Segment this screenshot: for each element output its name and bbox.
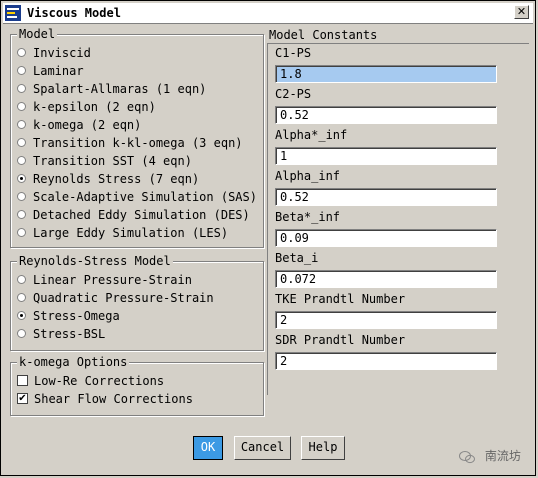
radio-option-inviscid[interactable]: Inviscid: [17, 45, 91, 61]
constant-label-c1-ps: C1-PS: [275, 46, 312, 60]
radio-option-transition-sst-4-eqn[interactable]: Transition SST (4 eqn): [17, 153, 192, 169]
radio-button-icon[interactable]: [17, 84, 26, 93]
constant-label-sdr-prandtl-number: SDR Prandtl Number: [275, 333, 406, 347]
checkbox-checked-icon[interactable]: ✔: [17, 393, 28, 404]
radio-button-icon[interactable]: [17, 192, 26, 201]
radio-option-label: Spalart-Allmaras (1 eqn): [33, 82, 207, 96]
viscous-model-dialog: Viscous Model ✕ Model Inviscid Laminar Spa…: [0, 0, 536, 476]
radio-option-reynolds-stress-7-eqn[interactable]: Reynolds Stress (7 eqn): [17, 171, 199, 187]
model-constants-header: Model Constants: [269, 28, 378, 42]
k-omega-options-group: k-omega Options Low-Re Corrections ✔ Shear…: [10, 355, 264, 416]
window-title: Viscous Model: [27, 6, 121, 20]
radio-option-label: Reynolds Stress (7 eqn): [33, 172, 200, 186]
constant-input-alpha-inf[interactable]: 0.52: [275, 188, 497, 206]
checkbox-label: Low-Re Corrections: [34, 374, 165, 388]
constant-label-alpha-inf: Alpha*_inf: [275, 128, 348, 142]
radio-option-label: Linear Pressure-Strain: [33, 273, 192, 287]
radio-option-label: Transition k-kl-omega (3 eqn): [33, 136, 243, 150]
checkbox-option-shear-flow-corrections[interactable]: ✔ Shear Flow Corrections: [17, 391, 193, 407]
radio-option-detached-eddy-simulation-des[interactable]: Detached Eddy Simulation (DES): [17, 207, 250, 223]
checkbox-option-low-re-corrections[interactable]: Low-Re Corrections: [17, 373, 164, 389]
radio-button-icon[interactable]: [17, 329, 26, 338]
constant-input-beta-inf[interactable]: 0.09: [275, 229, 497, 247]
radio-option-stress-omega[interactable]: Stress-Omega: [17, 308, 120, 324]
radio-button-icon[interactable]: [17, 210, 26, 219]
radio-button-icon[interactable]: [17, 156, 26, 165]
k-omega-options-label: k-omega Options: [17, 355, 130, 369]
constants-divider: [267, 43, 529, 44]
model-group-label: Model: [17, 27, 58, 41]
reynolds-stress-group-label: Reynolds-Stress Model: [17, 254, 173, 268]
wechat-icon: [459, 450, 475, 463]
radio-option-k-epsilon-2-eqn[interactable]: k-epsilon (2 eqn): [17, 99, 156, 115]
constant-label-beta-i: Beta_i: [275, 251, 319, 265]
radio-option-label: Stress-Omega: [33, 309, 120, 323]
help-button[interactable]: Help: [301, 436, 345, 460]
watermark-text: 南流坊: [484, 449, 521, 463]
radio-option-label: k-epsilon (2 eqn): [33, 100, 156, 114]
radio-button-icon[interactable]: [17, 102, 26, 111]
radio-option-label: Large Eddy Simulation (LES): [33, 226, 229, 240]
radio-button-icon[interactable]: [17, 311, 26, 320]
radio-button-icon[interactable]: [17, 66, 26, 75]
radio-option-linear-pressure-strain[interactable]: Linear Pressure-Strain: [17, 272, 192, 288]
constant-input-c1-ps[interactable]: 1.8: [275, 65, 497, 83]
radio-option-large-eddy-simulation-les[interactable]: Large Eddy Simulation (LES): [17, 225, 228, 241]
radio-option-label: Laminar: [33, 64, 84, 78]
constant-input-alpha-inf[interactable]: 1: [275, 147, 497, 165]
radio-option-transition-k-kl-omega-3-eqn[interactable]: Transition k-kl-omega (3 eqn): [17, 135, 243, 151]
radio-button-icon[interactable]: [17, 174, 26, 183]
checkbox-label: Shear Flow Corrections: [34, 392, 193, 406]
radio-option-label: k-omega (2 eqn): [33, 118, 142, 132]
radio-option-stress-bsl[interactable]: Stress-BSL: [17, 326, 105, 342]
radio-option-k-omega-2-eqn[interactable]: k-omega (2 eqn): [17, 117, 141, 133]
constant-label-c2-ps: C2-PS: [275, 87, 312, 101]
radio-option-label: Scale-Adaptive Simulation (SAS): [33, 190, 257, 204]
constant-label-alpha-inf: Alpha_inf: [275, 169, 341, 183]
radio-option-label: Quadratic Pressure-Strain: [33, 291, 214, 305]
constant-label-tke-prandtl-number: TKE Prandtl Number: [275, 292, 406, 306]
title-bar[interactable]: Viscous Model ✕: [3, 3, 533, 24]
radio-button-icon[interactable]: [17, 275, 26, 284]
radio-button-icon[interactable]: [17, 120, 26, 129]
constant-input-c2-ps[interactable]: 0.52: [275, 106, 497, 124]
checkbox-icon[interactable]: [17, 375, 28, 386]
constant-input-tke-prandtl-number[interactable]: 2: [275, 311, 497, 329]
constant-input-sdr-prandtl-number[interactable]: 2: [275, 352, 497, 370]
close-button[interactable]: ✕: [514, 5, 529, 19]
radio-button-icon[interactable]: [17, 48, 26, 57]
watermark: 南流坊: [459, 447, 521, 464]
radio-button-icon[interactable]: [17, 138, 26, 147]
constants-divider-vertical: [267, 43, 268, 395]
close-icon: ✕: [516, 5, 527, 18]
radio-option-scale-adaptive-simulation-sas[interactable]: Scale-Adaptive Simulation (SAS): [17, 189, 257, 205]
cancel-button[interactable]: Cancel: [234, 436, 291, 460]
radio-option-label: Detached Eddy Simulation (DES): [33, 208, 250, 222]
radio-button-icon[interactable]: [17, 293, 26, 302]
reynolds-stress-group: Reynolds-Stress Model Linear Pressure-St…: [10, 254, 264, 351]
radio-option-spalart-allmaras-1-eqn[interactable]: Spalart-Allmaras (1 eqn): [17, 81, 206, 97]
model-group: Model Inviscid Laminar Spalart-Allmaras (1…: [10, 27, 264, 248]
radio-option-label: Inviscid: [33, 46, 91, 60]
radio-option-label: Transition SST (4 eqn): [33, 154, 192, 168]
radio-button-icon[interactable]: [17, 228, 26, 237]
radio-option-laminar[interactable]: Laminar: [17, 63, 84, 79]
radio-option-label: Stress-BSL: [33, 327, 106, 341]
app-icon: [5, 5, 21, 21]
radio-option-quadratic-pressure-strain[interactable]: Quadratic Pressure-Strain: [17, 290, 214, 306]
constant-label-beta-inf: Beta*_inf: [275, 210, 341, 224]
ok-button[interactable]: OK: [193, 436, 223, 460]
constant-input-beta-i[interactable]: 0.072: [275, 270, 497, 288]
